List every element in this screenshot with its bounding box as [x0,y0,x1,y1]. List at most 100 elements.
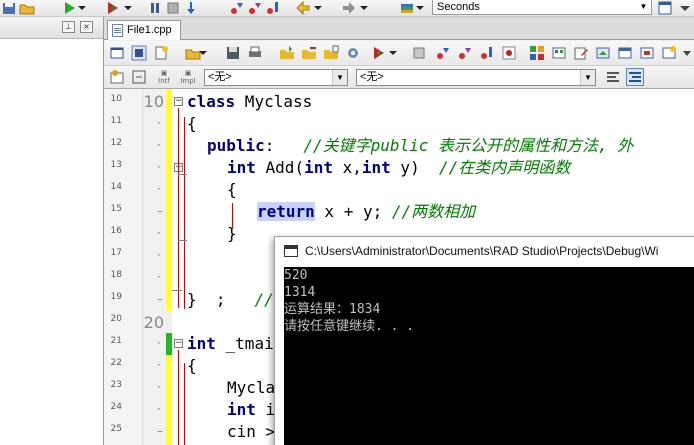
console-line: 520 [284,268,308,283]
pin-icon[interactable]: ⊥ [62,21,75,33]
open-dropdown-icon[interactable] [198,44,208,62]
line-number: 25 [110,424,122,434]
tab-file1-cpp[interactable]: File1.cpp [107,20,181,40]
remove-file-icon[interactable] [300,44,318,62]
keyword: int [227,400,256,419]
breakpoint-list-icon[interactable] [500,44,518,62]
scope-combo-2-value: <无> [360,71,384,83]
code-text: : [264,136,304,155]
edit-icon[interactable] [572,44,590,62]
code-text: Myclass [235,92,313,111]
chevron-down-icon[interactable]: ▼ [580,70,595,85]
books-dropdown-icon[interactable] [414,0,426,17]
chevron-down-icon[interactable]: ▼ [636,0,651,14]
back-dropdown-icon[interactable] [312,0,324,17]
code-text: Mycla [227,378,276,397]
toggle-form-unit-icon[interactable] [638,44,656,62]
close-icon[interactable]: × [80,21,93,33]
code-line-11: { [187,113,197,135]
toolbar-options-icon[interactable] [676,0,694,17]
run-dropdown-icon[interactable] [388,44,398,62]
component-palette-icon[interactable] [550,44,568,62]
line-dot: · [157,248,161,262]
step-over-icon[interactable] [456,44,474,62]
view-unit-icon[interactable] [594,44,612,62]
new-form-icon[interactable] [660,44,678,62]
run-dropdown-icon[interactable] [76,0,88,17]
trace-into-icon[interactable] [182,0,200,17]
line-dot: · [157,358,161,372]
console-output[interactable]: 520 1314 运算结果：1834 请按任意键继续. . . [284,267,694,445]
code-text: x + y; [314,202,392,221]
line-number-gutter: 10 11 12 13 14 15 16 17 18 19 20 21 22 2… [104,89,143,445]
step-over-icon[interactable] [246,0,264,17]
chevron-down-icon[interactable]: ▼ [332,70,347,85]
tab-label: File1.cpp [127,24,172,36]
forward-dropdown-icon[interactable] [358,0,370,17]
code-line-13: int Add(int x,int y) //在类内声明函数 [227,157,570,179]
code-text: cin > [227,422,276,441]
console-title: C:\Users\Administrator\Documents\RAD Stu… [305,244,659,258]
intf-button[interactable]: ▣ Intf [154,69,174,87]
left-tool-panel: ⊥ × [0,17,104,445]
line-marker-10: 10 [143,92,164,111]
run-icon[interactable] [370,44,388,62]
class-browser-icon[interactable] [108,68,126,86]
pause-icon[interactable] [146,0,164,17]
keyword: int [304,158,333,177]
open-file-icon[interactable] [322,44,340,62]
toolbar-overflow-icon[interactable] [678,44,694,62]
fold-collapse-icon[interactable]: − [174,339,183,348]
scope-combo-2[interactable]: <无> ▼ [356,69,596,86]
code-text: } [227,224,237,243]
intf-label: Intf [158,77,170,85]
stop-icon[interactable] [410,44,428,62]
scope-combo-1[interactable]: <无> ▼ [204,69,348,86]
add-file-icon[interactable] [278,44,296,62]
code-text: } ; [187,290,255,309]
stop-icon[interactable] [164,0,182,17]
save-icon[interactable] [224,44,242,62]
console-window[interactable]: C:\Users\Administrator\Documents\RAD Stu… [274,236,694,445]
sync-icon[interactable] [130,68,148,86]
console-title-bar[interactable]: C:\Users\Administrator\Documents\RAD Stu… [275,237,694,266]
console-line: 1314 [284,285,316,300]
scope-toolbar: ▣ Intf ▣ Impl <无> ▼ <无> ▼ [104,66,694,89]
print-icon[interactable] [246,44,264,62]
impl-label: Impl [180,77,196,85]
line-dot: · [157,402,161,416]
keyword: return [257,202,315,221]
step-into-icon[interactable] [434,44,452,62]
form-icon[interactable] [108,44,126,62]
line-dot: – [157,292,163,306]
align-left-icon[interactable] [604,68,622,86]
run-to-cursor-icon[interactable] [264,0,282,17]
options-gear-icon[interactable] [344,44,362,62]
code-line-14: { [227,179,237,201]
fold-end-marker [172,290,182,291]
view-form-icon[interactable] [616,44,634,62]
code-line-24: int i [227,399,275,421]
fold-collapse-icon[interactable]: − [174,97,183,106]
seconds-combo[interactable]: Seconds ▼ [432,0,652,15]
step-into-icon[interactable] [228,0,246,17]
align-right-icon[interactable] [626,68,644,86]
code-text: { [187,356,197,375]
debug-run-icon[interactable] [104,0,122,17]
debug-dropdown-icon[interactable] [122,0,134,17]
layout-grid-icon[interactable] [528,44,546,62]
open-folder-icon[interactable] [18,0,36,17]
code-line-21: int _tmai [187,333,274,355]
code-line-15: return x + y; //两数相加 [257,201,475,223]
calendar-icon[interactable] [656,0,674,17]
main-toolbar: Seconds ▼ [0,0,694,17]
toggle-view-icon[interactable] [130,44,148,62]
run-until-return-icon[interactable] [478,44,496,62]
forward-arrow-icon[interactable] [340,0,358,17]
seconds-combo-value: Seconds [437,1,480,13]
new-file-icon[interactable] [152,44,170,62]
impl-button[interactable]: ▣ Impl [178,69,198,87]
save-all-icon[interactable] [0,0,18,17]
back-arrow-icon[interactable] [294,0,312,17]
code-text: y) [390,158,439,177]
